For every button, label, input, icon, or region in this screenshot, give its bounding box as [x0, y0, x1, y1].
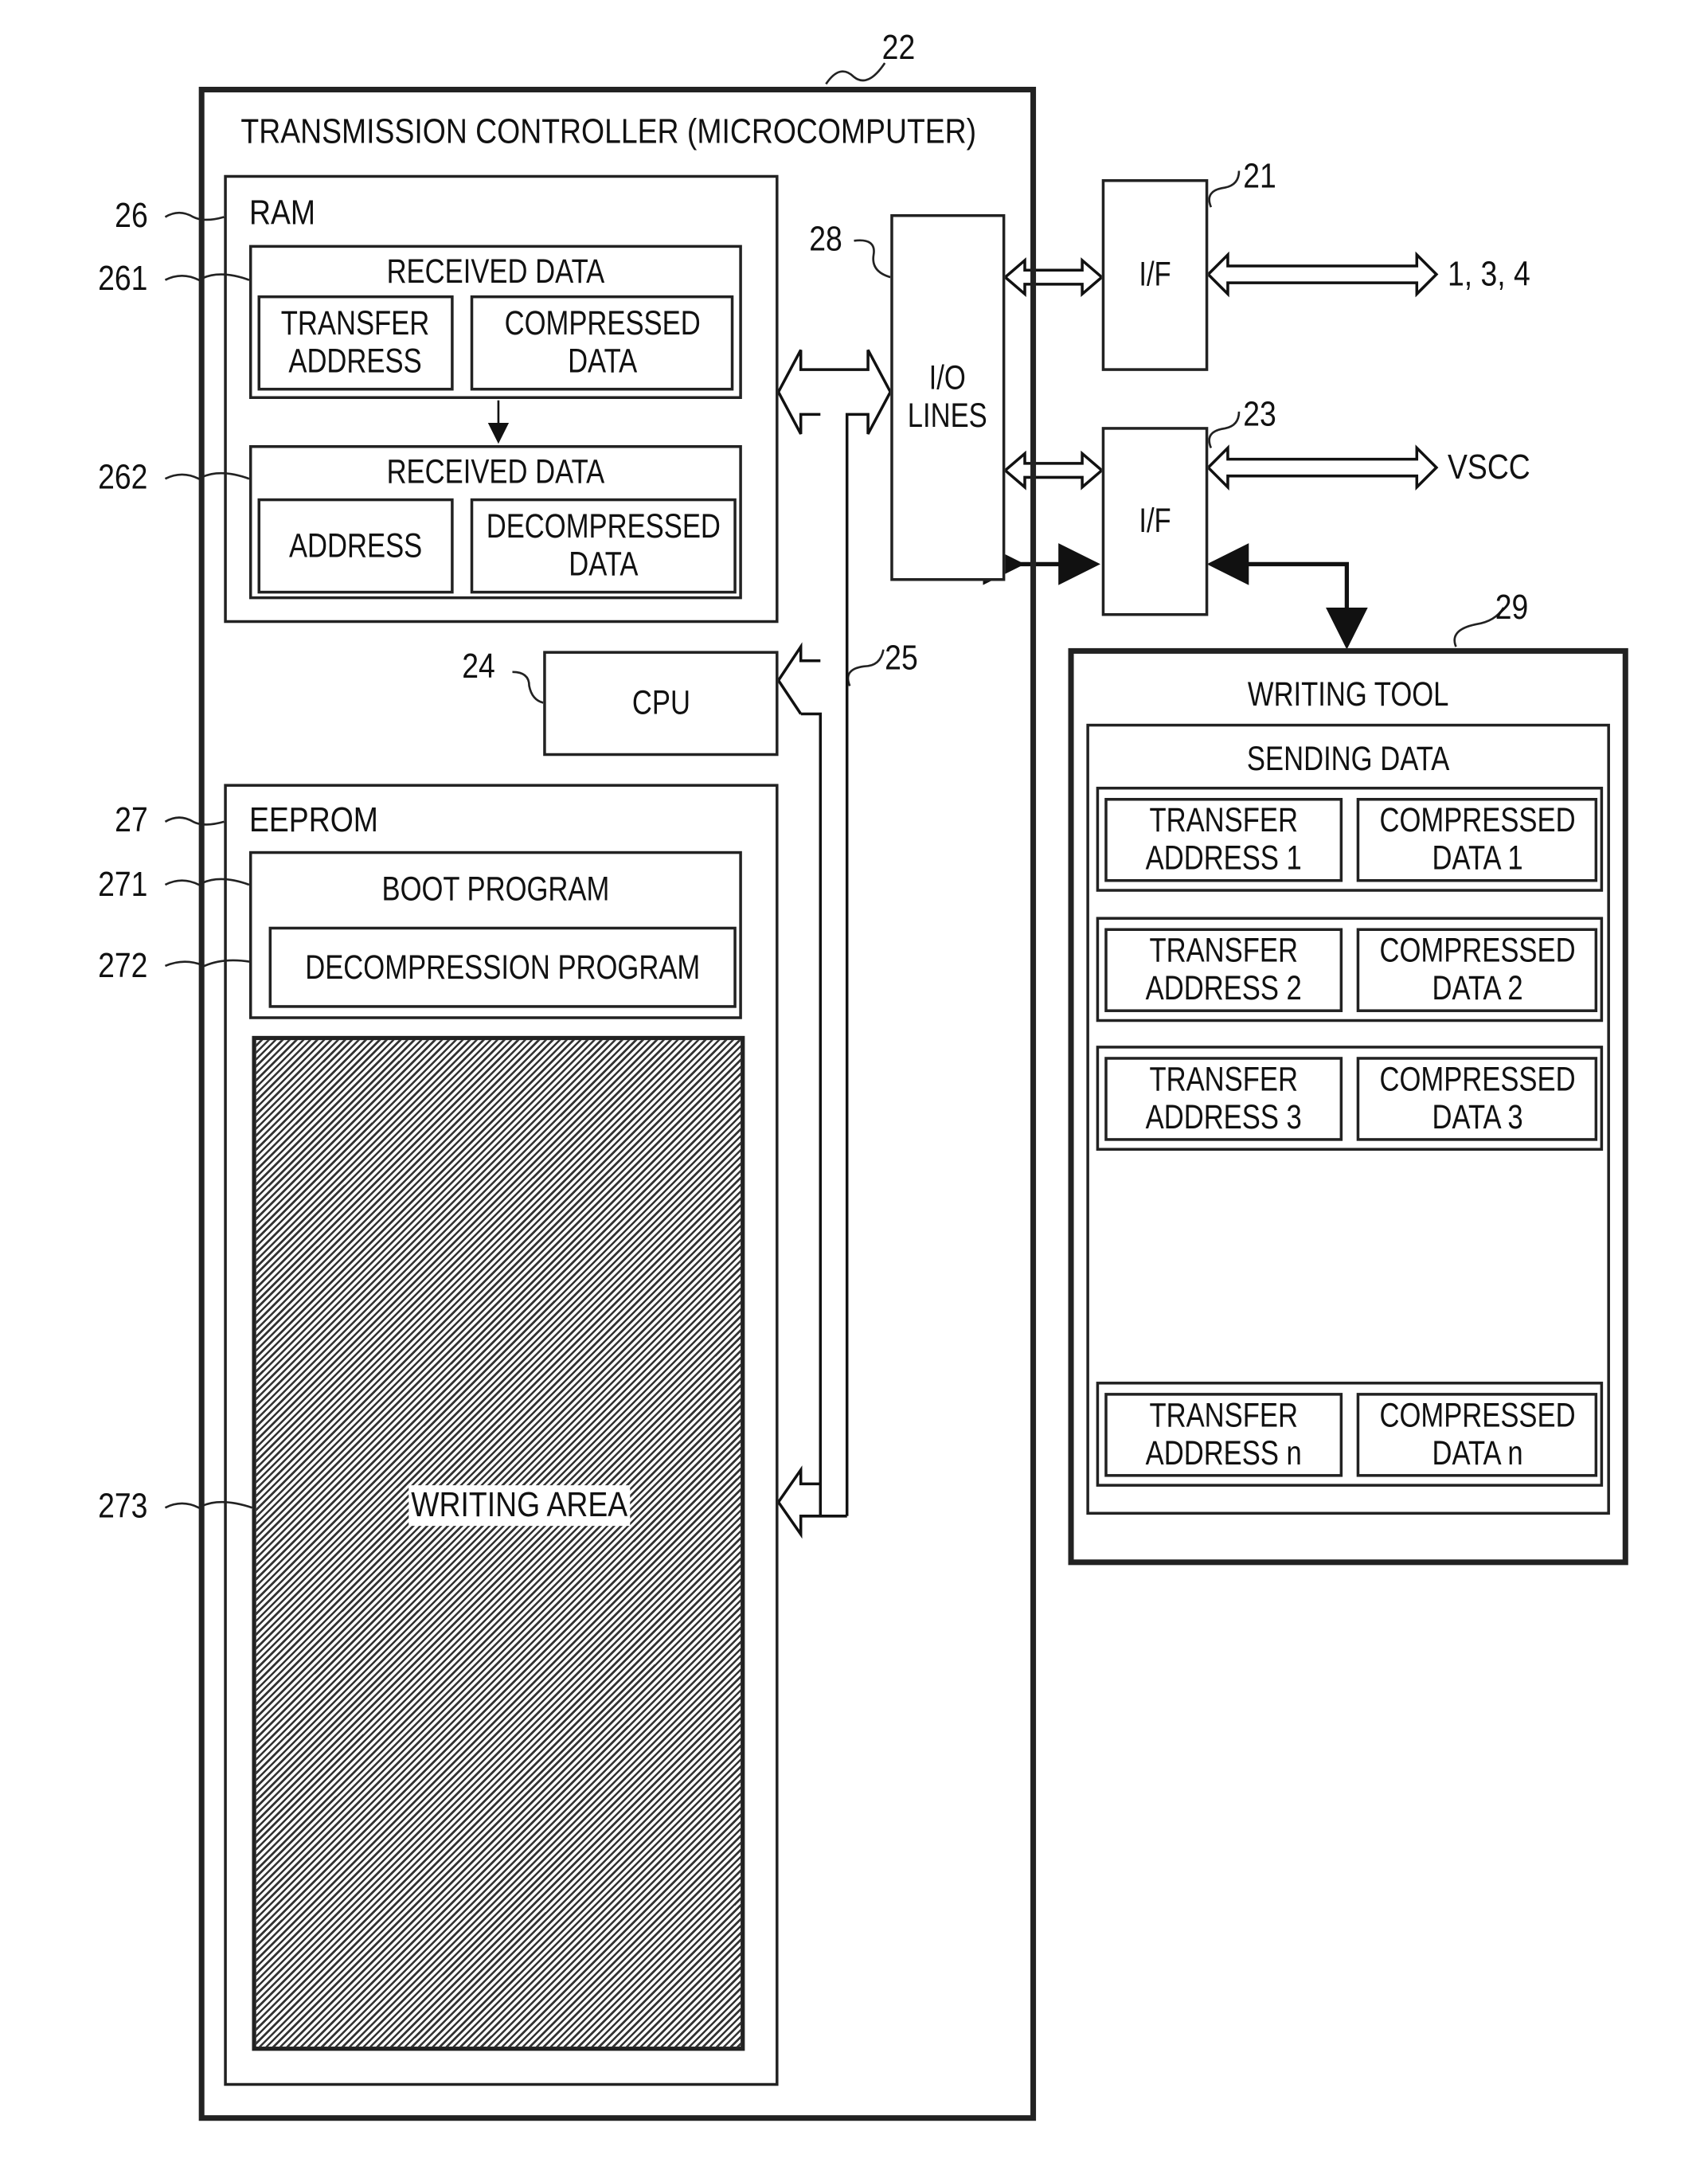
sending-data: SENDING DATA TRANSFER ADDRESS 1 COMPRESSE… [1086, 723, 1610, 1515]
boot-program: BOOT PROGRAM DECOMPRESSION PROGRAM [248, 850, 742, 1019]
decompression-program-label: DECOMPRESSION PROGRAM [305, 948, 701, 987]
cell-text: ADDRESS [288, 526, 423, 565]
writing-tool: WRITING TOOL SENDING DATA TRANSFER ADDRE… [1068, 647, 1628, 1566]
cpu-label: CPU [631, 684, 690, 723]
ref-21: 21 [1243, 156, 1276, 197]
compressed-data-cell: COMPRESSED DATA [470, 295, 734, 391]
compressed-data-cell: COMPRESSED DATA 3 [1356, 1057, 1598, 1141]
target-vscc: VSCC [1447, 448, 1530, 487]
cell-text: TRANSFER ADDRESS [281, 305, 430, 381]
io-lines-label: I/O LINES [908, 359, 988, 436]
decompressed-data-cell: DECOMPRESSED DATA [470, 498, 737, 594]
cell-text: COMPRESSED DATA 2 [1378, 932, 1575, 1008]
ref-273: 273 [98, 1486, 148, 1527]
cell-text: DECOMPRESSED DATA [486, 508, 721, 585]
ref-27: 27 [115, 800, 148, 840]
sending-row: TRANSFER ADDRESS 3 COMPRESSED DATA 3 [1096, 1046, 1604, 1151]
ref-22: 22 [881, 28, 916, 68]
compressed-data-cell: COMPRESSED DATA 1 [1356, 798, 1598, 882]
ref-262: 262 [98, 457, 148, 498]
compressed-data-cell: COMPRESSED DATA n [1356, 1393, 1598, 1477]
interface-21: I/F [1101, 179, 1209, 371]
transfer-address-cell: TRANSFER ADDRESS n [1104, 1393, 1343, 1477]
writing-area: WRITING AREA [252, 1035, 745, 2051]
cell-text: COMPRESSED DATA [503, 305, 701, 381]
boot-program-label: BOOT PROGRAM [381, 870, 610, 909]
ram-label: RAM [248, 193, 315, 233]
transfer-address-cell: TRANSFER ADDRESS [257, 295, 454, 391]
controller-title: TRANSMISSION CONTROLLER (MICROCOMPUTER) [240, 111, 977, 151]
cell-text: TRANSFER ADDRESS 2 [1145, 932, 1302, 1008]
transfer-address-cell: TRANSFER ADDRESS 3 [1104, 1057, 1343, 1141]
transfer-address-cell: TRANSFER ADDRESS 1 [1104, 798, 1343, 882]
sending-row: TRANSFER ADDRESS 1 COMPRESSED DATA 1 [1096, 786, 1604, 892]
address-cell: ADDRESS [257, 498, 454, 594]
cell-text: TRANSFER ADDRESS 1 [1145, 802, 1302, 878]
writing-tool-label: WRITING TOOL [1247, 676, 1449, 714]
compressed-data-cell: COMPRESSED DATA 2 [1356, 928, 1598, 1012]
writing-area-label: WRITING AREA [408, 1485, 631, 1527]
cpu-block: CPU [543, 651, 779, 757]
decompression-program: DECOMPRESSION PROGRAM [268, 926, 737, 1008]
cell-text: TRANSFER ADDRESS n [1145, 1397, 1302, 1473]
cell-text: COMPRESSED DATA n [1378, 1397, 1575, 1473]
ref-23: 23 [1243, 394, 1276, 434]
sending-row: TRANSFER ADDRESS 2 COMPRESSED DATA 2 [1096, 917, 1604, 1022]
target-devices: 1, 3, 4 [1447, 254, 1530, 295]
received-data-compressed: RECEIVED DATA TRANSFER ADDRESS COMPRESSE… [248, 244, 742, 400]
cell-text: COMPRESSED DATA 3 [1378, 1061, 1575, 1137]
transfer-address-cell: TRANSFER ADDRESS 2 [1104, 928, 1343, 1012]
interface-23: I/F [1101, 427, 1209, 616]
sending-row: TRANSFER ADDRESS n COMPRESSED DATA n [1096, 1382, 1604, 1487]
received-data-title: RECEIVED DATA [386, 453, 605, 492]
received-data-decompressed: RECEIVED DATA ADDRESS DECOMPRESSED DATA [248, 445, 742, 600]
ref-29: 29 [1495, 588, 1529, 628]
ref-261: 261 [98, 259, 148, 299]
diagram-stage: 22 26 261 262 24 25 27 271 272 273 28 21… [0, 0, 1708, 2174]
interface-label: I/F [1139, 256, 1171, 295]
ref-26: 26 [115, 196, 148, 236]
cell-text: COMPRESSED DATA 1 [1378, 802, 1575, 878]
ref-272: 272 [98, 946, 148, 986]
ref-271: 271 [98, 865, 148, 905]
interface-label: I/F [1139, 502, 1171, 541]
cell-text: TRANSFER ADDRESS 3 [1145, 1061, 1302, 1137]
sending-data-title: SENDING DATA [1246, 740, 1450, 779]
eeprom-label: EEPROM [248, 800, 378, 840]
received-data-title: RECEIVED DATA [386, 253, 605, 291]
io-interface-links [1003, 251, 1439, 491]
io-lines-block: I/O LINES [890, 213, 1006, 581]
